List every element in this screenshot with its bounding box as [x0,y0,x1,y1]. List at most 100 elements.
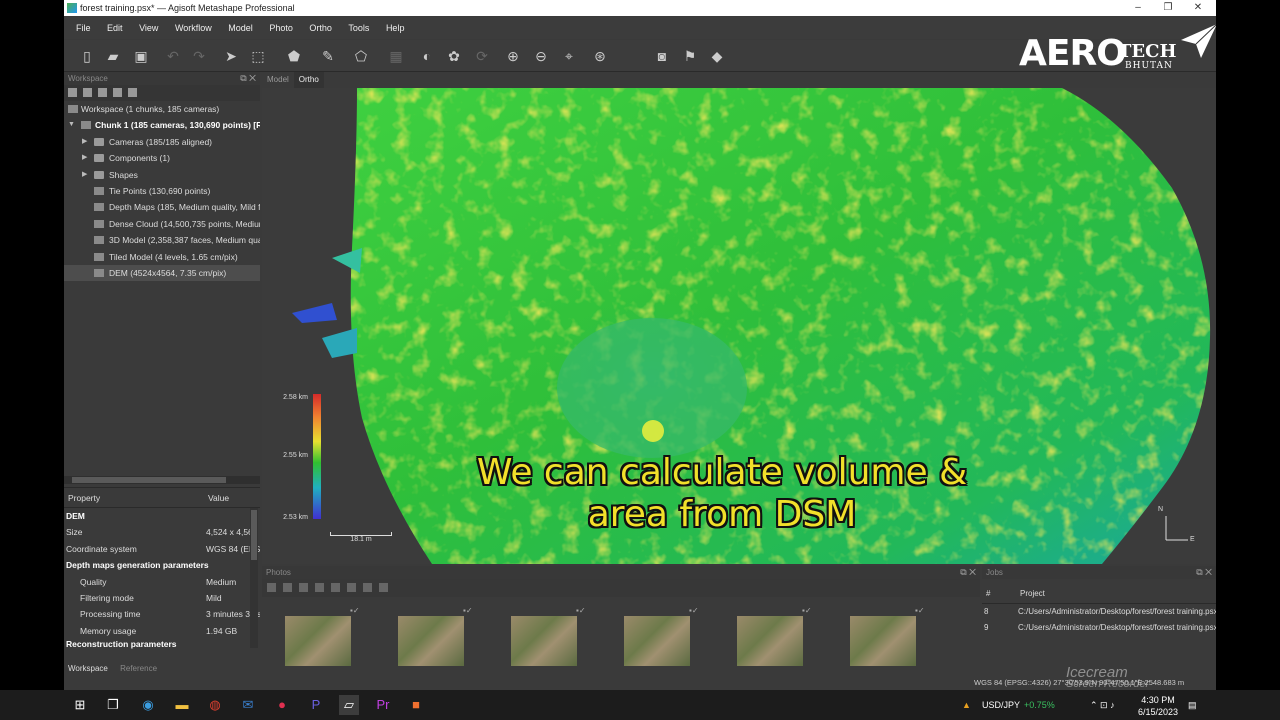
jobs-project-header[interactable]: Project [1020,584,1045,604]
scrollbar-thumb[interactable] [251,510,257,560]
tree-item-tie-points[interactable]: Tie Points (130,690 points) [64,183,260,199]
photo-tool-icon[interactable] [283,583,292,592]
close-icon[interactable]: ✕ [1182,0,1214,16]
add-photos-icon[interactable] [83,88,92,97]
photo-thumbnail[interactable] [285,616,351,666]
shape-tool-icon[interactable]: ⬠ [352,47,370,65]
premiere-icon[interactable]: Pr [373,695,393,715]
remove-icon[interactable] [113,88,122,97]
value-column-header[interactable]: Value [208,488,229,508]
tree-item-components[interactable]: ▶ Components (1) [64,150,260,166]
menu-model[interactable]: Model [228,23,253,33]
tree-item-tiled-model[interactable]: Tiled Model (4 levels, 1.65 cm/pix) [64,249,260,265]
photo-tool-icon[interactable] [331,583,340,592]
chrome-icon[interactable]: ◍ [205,695,225,715]
rectangle-selection-icon[interactable]: ⬚ [249,47,267,65]
photo-thumbnail[interactable] [850,616,916,666]
scrollbar-thumb[interactable] [72,477,226,483]
maximize-icon[interactable]: ❐ [1152,0,1184,16]
rotate-icon[interactable]: ⟳ [473,47,491,65]
recorder-app-icon[interactable]: ● [272,695,292,715]
menu-ortho[interactable]: Ortho [309,23,332,33]
photo-thumbnail[interactable] [624,616,690,666]
view-mode-icon[interactable] [379,583,388,592]
mail-icon[interactable]: ✉ [238,695,258,715]
photo-tool-icon[interactable] [267,583,276,592]
orange-app-icon[interactable]: ■ [406,695,426,715]
tree-item-depth-maps[interactable]: Depth Maps (185, Medium quality, Mild fi… [64,199,260,215]
expand-arrow-icon[interactable]: ▶ [82,167,87,183]
check-icon[interactable] [128,88,137,97]
photo-tool-icon[interactable] [363,583,372,592]
photo-tool-icon[interactable] [299,583,308,592]
photo-thumbnail[interactable] [737,616,803,666]
panel-float-close-icon[interactable]: ⧉ ✕ [960,566,976,579]
collapse-arrow-icon[interactable]: ▼ [68,117,75,133]
zoom-out-icon[interactable]: ⊖ [532,47,550,65]
photo-thumbnail[interactable] [398,616,464,666]
tree-item-dense-cloud[interactable]: Dense Cloud (14,500,735 points, Medium q… [64,216,260,232]
crop-icon[interactable]: ▦ [387,47,405,65]
menu-view[interactable]: View [139,23,158,33]
ortho-view[interactable]: 2.58 km 2.55 km 2.53 km 18.1 m N E We ca… [262,88,1216,564]
expand-arrow-icon[interactable]: ▶ [82,134,87,150]
minimize-icon[interactable]: – [1122,0,1154,16]
tab-model[interactable]: Model [262,72,294,88]
tree-item-shapes[interactable]: ▶ Shapes [64,167,260,183]
file-explorer-icon[interactable]: ▬ [172,695,192,715]
notification-icon[interactable]: ▤ [1188,690,1197,720]
save-icon[interactable]: ▣ [132,47,150,65]
tray-icons[interactable]: ⌃ ⊡ ♪ [1090,690,1115,720]
marker-icon[interactable]: ◆ [708,47,726,65]
task-view-icon[interactable]: ❐ [103,695,123,715]
open-folder-icon[interactable]: ▰ [104,47,122,65]
metashape-taskbar-icon[interactable]: ▱ [339,695,359,715]
properties-scrollbar[interactable] [250,508,258,648]
zoom-in-icon[interactable]: ⊕ [504,47,522,65]
jobs-num-header[interactable]: # [986,584,990,604]
camera-icon[interactable]: ◙ [653,47,671,65]
new-file-icon[interactable]: ▯ [78,47,96,65]
photo-thumbnail[interactable] [511,616,577,666]
tab-workspace[interactable]: Workspace [68,664,108,673]
menu-photo[interactable]: Photo [269,23,293,33]
contrast-icon[interactable]: ◐ [418,47,436,65]
panel-float-close-icon[interactable]: ⧉ ✕ [1196,566,1212,579]
menu-edit[interactable]: Edit [107,23,123,33]
clock[interactable]: 4:30 PM 6/15/2023 [1138,694,1178,718]
edge-browser-icon[interactable]: ◉ [138,695,158,715]
tree-item-cameras[interactable]: ▶ Cameras (185/185 aligned) [64,134,260,150]
ruler-icon[interactable]: ✎ [319,47,337,65]
tree-item-dem[interactable]: DEM (4524x4564, 7.35 cm/pix) [64,264,260,282]
property-column-header[interactable]: Property [68,488,100,508]
p-app-icon[interactable]: P [306,695,326,715]
globe-icon[interactable]: ⊛ [591,47,609,65]
navigation-cursor-icon[interactable]: ➤ [222,47,240,65]
windows-start-icon[interactable]: ⊞ [70,695,90,715]
add-chunk-icon[interactable] [68,88,77,97]
menu-tools[interactable]: Tools [348,23,369,33]
menu-workflow[interactable]: Workflow [175,23,212,33]
tab-reference[interactable]: Reference [120,664,157,673]
tab-ortho[interactable]: Ortho [293,72,324,88]
palette-icon[interactable]: ✿ [445,47,463,65]
tree-item-3d-model[interactable]: 3D Model (2,358,387 faces, Medium qualit… [64,232,260,248]
menu-help[interactable]: Help [386,23,405,33]
panel-float-close-icon[interactable]: ⧉ ✕ [240,72,256,85]
polygon-draw-icon[interactable]: ⬟ [285,47,303,65]
photo-tool-icon[interactable] [347,583,356,592]
job-row[interactable]: 9 C:/Users/Administrator/Desktop/forest/f… [982,620,1216,636]
workspace-horizontal-scrollbar[interactable] [64,476,260,484]
reset-view-icon[interactable]: ⌖ [560,47,578,65]
photo-tool-icon[interactable] [315,583,324,592]
job-row[interactable]: 8 C:/Users/Administrator/Desktop/forest/f… [982,604,1216,620]
expand-arrow-icon[interactable]: ▶ [82,150,87,166]
flag-icon[interactable]: ⚑ [681,47,699,65]
menu-file[interactable]: File [76,23,91,33]
redo-icon[interactable]: ↷ [190,47,208,65]
caption-line-1: We can calculate volume & [476,452,968,493]
tree-item-chunk[interactable]: ▼ Chunk 1 (185 cameras, 130,690 points) [… [64,117,260,133]
tree-item-workspace[interactable]: Workspace (1 chunks, 185 cameras) [64,101,260,117]
add-folder-icon[interactable] [98,88,107,97]
undo-icon[interactable]: ↶ [164,47,182,65]
